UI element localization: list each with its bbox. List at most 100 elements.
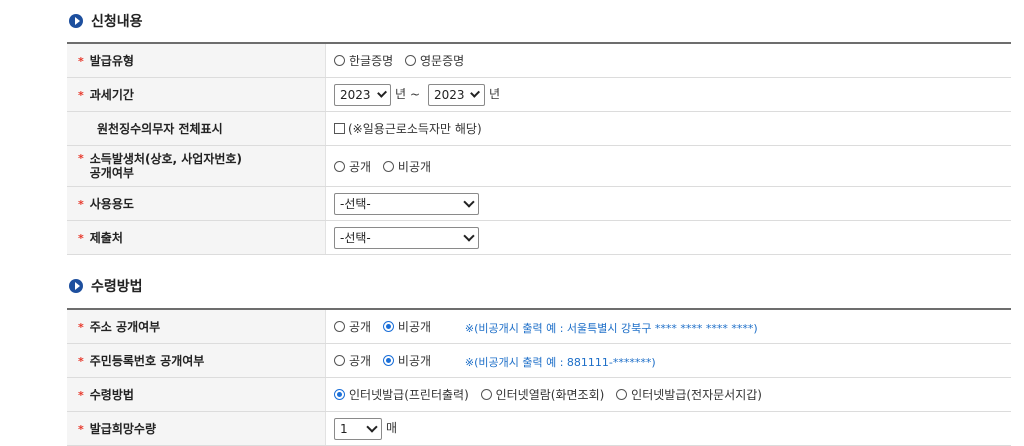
year-unit: 년 bbox=[488, 87, 500, 101]
row-label-submit-to: * 제출처 bbox=[67, 220, 326, 255]
radio-method-wallet[interactable]: 인터넷발급(전자문서지갑) bbox=[616, 386, 762, 403]
radio-label: 공개 bbox=[349, 319, 372, 334]
row-label-withholding: 원천징수의무자 전체표시 bbox=[67, 111, 326, 146]
radio-button[interactable] bbox=[334, 55, 345, 66]
row-label-income-source: * 소득발생처(상호, 사업자번호) 공개여부 bbox=[67, 145, 326, 187]
radio-button[interactable] bbox=[382, 160, 394, 172]
table-row: * 발급희망수량 1 매 bbox=[67, 411, 1011, 446]
radio-address-public[interactable]: 공개 bbox=[334, 318, 371, 335]
row-value-purpose: -선택- bbox=[325, 186, 1011, 221]
required-mark: * bbox=[78, 355, 84, 368]
section-title-label: 신청내용 bbox=[91, 14, 143, 30]
radio-label: 비공개 bbox=[397, 319, 432, 334]
receipt-form-table: * 주소 공개여부 공개 비공개 ※(비공개시 출력 예 : 서울특별시 강북구 … bbox=[67, 308, 1011, 446]
row-value-method: 인터넷발급(프린터출력) 인터넷열람(화면조회) 인터넷발급(전자문서지갑) bbox=[325, 377, 1011, 412]
row-label-count: * 발급희망수량 bbox=[67, 411, 326, 446]
row-value-tax-period: 2023 년 ~ 2023 년 bbox=[325, 77, 1011, 112]
application-form-table: * 발급유형 한글증명 영문증명 * 과세기간 2023 년 ~ 2023 년 원천징수의… bbox=[67, 42, 1011, 255]
radio-button[interactable] bbox=[382, 354, 394, 366]
chevron-down-icon bbox=[463, 195, 475, 208]
radio-label: 공개 bbox=[349, 353, 372, 368]
label-text: 수령방법 bbox=[89, 388, 134, 402]
radio-method-print[interactable]: 인터넷발급(프린터출력) bbox=[334, 386, 469, 403]
row-value-address: 공개 비공개 ※(비공개시 출력 예 : 서울특별시 강북구 **** ****… bbox=[325, 309, 1011, 344]
required-mark: * bbox=[78, 423, 84, 436]
arrow-circle-icon bbox=[69, 279, 83, 293]
chevron-down-icon bbox=[376, 87, 387, 98]
radio-label: 한글증명 bbox=[349, 54, 394, 68]
required-mark: * bbox=[78, 321, 84, 334]
checkbox[interactable] bbox=[334, 123, 345, 134]
radio-button[interactable] bbox=[616, 389, 628, 400]
purpose-select[interactable]: -선택- bbox=[334, 192, 479, 215]
row-value-withholding: (※일용근로소득자만 해당) bbox=[325, 111, 1011, 146]
select-value: 1 bbox=[340, 421, 348, 436]
radio-button[interactable] bbox=[334, 160, 345, 172]
radio-english-cert[interactable]: 영문증명 bbox=[405, 52, 464, 69]
select-value: 2023 bbox=[433, 87, 465, 102]
withholding-checkbox[interactable]: (※일용근로소득자만 해당) bbox=[334, 120, 482, 137]
checkbox-label: (※일용근로소득자만 해당) bbox=[348, 122, 482, 136]
required-mark: * bbox=[78, 89, 84, 102]
count-select[interactable]: 1 bbox=[334, 417, 382, 440]
rrn-note: ※(비공개시 출력 예 : 881111-*******) bbox=[464, 355, 656, 369]
select-value: -선택- bbox=[340, 197, 371, 211]
radio-button[interactable] bbox=[334, 389, 345, 400]
radio-method-view[interactable]: 인터넷열람(화면조회) bbox=[480, 386, 605, 403]
table-row: * 주민등록번호 공개여부 공개 비공개 ※(비공개시 출력 예 : 881111… bbox=[67, 343, 1011, 378]
table-row: * 제출처 -선택- bbox=[67, 220, 1011, 255]
radio-button[interactable] bbox=[382, 320, 394, 332]
label-text: 소득발생처(상호, 사업자번호) bbox=[89, 152, 242, 166]
section-title-application: 신청내용 bbox=[69, 11, 143, 31]
radio-label: 인터넷발급(프린터출력) bbox=[349, 388, 469, 402]
table-row: * 소득발생처(상호, 사업자번호) 공개여부 공개 비공개 bbox=[67, 145, 1011, 187]
range-separator: ~ bbox=[410, 87, 421, 101]
required-mark: * bbox=[78, 152, 84, 165]
radio-income-public[interactable]: 공개 bbox=[334, 158, 371, 175]
radio-label: 인터넷열람(화면조회) bbox=[495, 388, 605, 402]
required-mark: * bbox=[78, 389, 84, 402]
radio-label: 비공개 bbox=[397, 353, 432, 368]
radio-rrn-private[interactable]: 비공개 bbox=[382, 352, 432, 369]
radio-button[interactable] bbox=[334, 320, 345, 332]
select-value: 2023 bbox=[340, 87, 371, 102]
radio-rrn-public[interactable]: 공개 bbox=[334, 352, 371, 369]
select-value: -선택- bbox=[340, 231, 371, 245]
radio-address-private[interactable]: 비공개 bbox=[382, 318, 432, 335]
address-note: ※(비공개시 출력 예 : 서울특별시 강북구 **** **** **** *… bbox=[464, 321, 758, 335]
radio-label: 인터넷발급(전자문서지갑) bbox=[631, 388, 762, 402]
required-mark: * bbox=[78, 198, 84, 211]
chevron-down-icon bbox=[463, 229, 475, 242]
radio-button[interactable] bbox=[334, 354, 345, 366]
row-label-address: * 주소 공개여부 bbox=[67, 309, 326, 344]
to-year-select[interactable]: 2023 bbox=[427, 83, 485, 106]
label-text: 발급희망수량 bbox=[89, 422, 157, 436]
row-label-issue-type: * 발급유형 bbox=[67, 43, 326, 78]
row-label-tax-period: * 과세기간 bbox=[67, 77, 326, 112]
year-unit: 년 bbox=[395, 87, 407, 101]
label-text: 사용용도 bbox=[89, 197, 134, 211]
label-text: 제출처 bbox=[89, 231, 123, 245]
section-title-label: 수령방법 bbox=[91, 279, 143, 295]
row-label-rrn: * 주민등록번호 공개여부 bbox=[67, 343, 326, 378]
radio-label: 공개 bbox=[349, 159, 372, 174]
radio-korean-cert[interactable]: 한글증명 bbox=[334, 52, 393, 69]
radio-label: 영문증명 bbox=[420, 54, 465, 68]
radio-button[interactable] bbox=[480, 389, 492, 400]
label-text: 과세기간 bbox=[89, 88, 134, 102]
required-mark: * bbox=[78, 232, 84, 245]
from-year-select[interactable]: 2023 bbox=[334, 83, 391, 106]
radio-button[interactable] bbox=[405, 55, 416, 66]
label-text: 주민등록번호 공개여부 bbox=[89, 354, 205, 368]
row-value-submit-to: -선택- bbox=[325, 220, 1011, 255]
radio-income-private[interactable]: 비공개 bbox=[382, 158, 432, 175]
count-unit: 매 bbox=[386, 421, 398, 435]
table-row: * 발급유형 한글증명 영문증명 bbox=[67, 43, 1011, 78]
submit-to-select[interactable]: -선택- bbox=[334, 226, 479, 249]
table-row: 원천징수의무자 전체표시 (※일용근로소득자만 해당) bbox=[67, 111, 1011, 146]
row-value-issue-type: 한글증명 영문증명 bbox=[325, 43, 1011, 78]
table-row: * 주소 공개여부 공개 비공개 ※(비공개시 출력 예 : 서울특별시 강북구 … bbox=[67, 309, 1011, 344]
required-mark: * bbox=[78, 55, 84, 68]
label-text: 주소 공개여부 bbox=[89, 320, 161, 334]
radio-label: 비공개 bbox=[397, 159, 432, 174]
